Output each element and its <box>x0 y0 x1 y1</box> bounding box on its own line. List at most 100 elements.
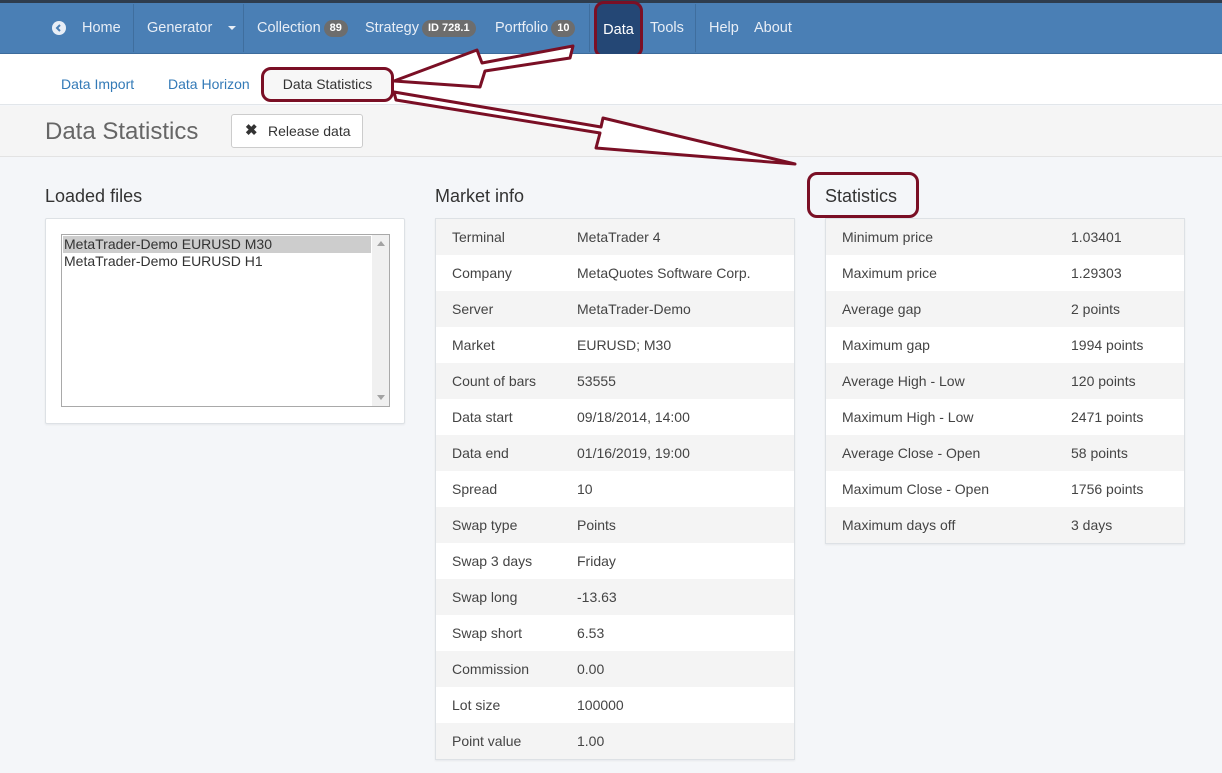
market-info-title: Market info <box>435 186 525 206</box>
row-label: Data end <box>452 445 509 461</box>
table-row: Maximum days off 3 days <box>826 507 1184 543</box>
row-label: Data start <box>452 409 513 425</box>
nav-divider <box>695 4 696 52</box>
row-value: EURUSD; M30 <box>577 337 672 353</box>
portfolio-count-badge: 10 <box>551 20 576 37</box>
nav-strategy[interactable]: Strategy ID 728.1 <box>365 0 476 54</box>
row-label: Lot size <box>452 697 501 713</box>
list-item[interactable]: MetaTrader-Demo EURUSD H1 <box>63 253 371 270</box>
row-label: Swap 3 days <box>452 553 533 569</box>
nav-home[interactable]: Home <box>82 0 121 54</box>
nav-help[interactable]: Help <box>709 0 739 54</box>
table-row: Count of bars 53555 <box>436 363 794 399</box>
page-header: Data Statistics ✖ Release data <box>0 106 1222 157</box>
row-value: -13.63 <box>577 589 617 605</box>
row-value: Points <box>577 517 616 533</box>
row-label: Average gap <box>842 301 922 317</box>
caret-down-icon[interactable] <box>228 26 236 30</box>
scroll-down-icon[interactable] <box>377 395 385 400</box>
table-row: Average gap 2 points <box>826 291 1184 327</box>
table-row: Maximum High - Low 2471 points <box>826 399 1184 435</box>
row-label: Average Close - Open <box>842 445 981 461</box>
row-value: 2 points <box>1071 301 1121 317</box>
loaded-files-title: Loaded files <box>45 186 143 206</box>
nav-divider <box>133 4 134 52</box>
table-row: Data end 01/16/2019, 19:00 <box>436 435 794 471</box>
release-data-button[interactable]: ✖ Release data <box>231 114 363 148</box>
table-row: Average Close - Open 58 points <box>826 435 1184 471</box>
table-row: Commission 0.00 <box>436 651 794 687</box>
row-value: 1.00 <box>577 733 605 749</box>
table-row: Point value 1.00 <box>436 723 794 759</box>
nav-generator[interactable]: Generator <box>147 0 212 54</box>
table-row: Swap short 6.53 <box>436 615 794 651</box>
subnav-data-import[interactable]: Data Import <box>61 76 134 92</box>
row-value: MetaQuotes Software Corp. <box>577 265 751 281</box>
row-value: 120 points <box>1071 373 1136 389</box>
loaded-files-panel: MetaTrader-Demo EURUSD M30 MetaTrader-De… <box>45 218 405 424</box>
sub-navigation: Data Import Data Horizon <box>0 54 1222 105</box>
nav-divider <box>589 4 590 52</box>
table-row: Swap long -13.63 <box>436 579 794 615</box>
row-value: 6.53 <box>577 625 605 641</box>
table-row: Maximum gap 1994 points <box>826 327 1184 363</box>
row-label: Maximum price <box>842 265 937 281</box>
row-value: 10 <box>577 481 593 497</box>
scroll-up-icon[interactable] <box>377 241 385 246</box>
page-title: Data Statistics <box>45 118 199 145</box>
row-value: 0.00 <box>577 661 605 677</box>
strategy-id-badge: ID 728.1 <box>422 20 476 37</box>
row-label: Maximum Close - Open <box>842 481 990 497</box>
nav-about[interactable]: About <box>754 0 792 54</box>
row-value: 1994 points <box>1071 337 1144 353</box>
row-label: Swap short <box>452 625 523 641</box>
collection-count-badge: 89 <box>323 20 348 37</box>
table-row: Swap 3 days Friday <box>436 543 794 579</box>
table-row: Maximum Close - Open 1756 points <box>826 471 1184 507</box>
nav-collection-label: Collection <box>257 20 321 36</box>
table-row: Company MetaQuotes Software Corp. <box>436 255 794 291</box>
row-value: 01/16/2019, 19:00 <box>577 445 690 461</box>
row-label: Commission <box>452 661 530 677</box>
nav-strategy-label: Strategy <box>365 20 419 36</box>
table-row: Terminal MetaTrader 4 <box>436 219 794 255</box>
table-row: Lot size 100000 <box>436 687 794 723</box>
table-row: Market EURUSD; M30 <box>436 327 794 363</box>
row-value: 3 days <box>1071 517 1113 533</box>
row-label: Spread <box>452 481 498 497</box>
nav-collection[interactable]: Collection 89 <box>257 0 348 54</box>
table-row: Maximum price 1.29303 <box>826 255 1184 291</box>
statistics-title: Statistics <box>825 186 898 206</box>
row-value: MetaTrader 4 <box>577 229 661 245</box>
row-label: Average High - Low <box>842 373 965 389</box>
row-label: Swap type <box>452 517 518 533</box>
row-value: 58 points <box>1071 445 1128 461</box>
subnav-data-horizon[interactable]: Data Horizon <box>168 76 250 92</box>
row-label: Maximum gap <box>842 337 930 353</box>
release-data-label: Release data <box>268 123 351 139</box>
market-info-table: Terminal MetaTrader 4 Company MetaQuotes So… <box>435 218 795 760</box>
subnav-data-statistics[interactable]: Data Statistics <box>261 67 394 102</box>
nav-tools[interactable]: Tools <box>650 0 684 54</box>
table-row: Data start 09/18/2014, 14:00 <box>436 399 794 435</box>
row-value: MetaTrader-Demo <box>577 301 691 317</box>
loaded-files-listbox[interactable]: MetaTrader-Demo EURUSD M30 MetaTrader-De… <box>61 234 390 407</box>
table-row: Minimum price 1.03401 <box>826 219 1184 255</box>
row-value: Friday <box>577 553 616 569</box>
row-value: 2471 points <box>1071 409 1144 425</box>
row-value: 09/18/2014, 14:00 <box>577 409 690 425</box>
row-value: 53555 <box>577 373 616 389</box>
nav-data-active[interactable]: Data <box>594 1 643 58</box>
row-value: 100000 <box>577 697 624 713</box>
listbox-scrollbar[interactable] <box>372 235 389 406</box>
row-label: Company <box>452 265 512 281</box>
arrow-left-circle-icon[interactable] <box>52 21 66 35</box>
row-value: 1.29303 <box>1071 265 1122 281</box>
row-label: Swap long <box>452 589 518 605</box>
row-label: Minimum price <box>842 229 934 245</box>
table-row: Swap type Points <box>436 507 794 543</box>
nav-portfolio[interactable]: Portfolio 10 <box>495 0 576 54</box>
row-label: Server <box>452 301 494 317</box>
list-item[interactable]: MetaTrader-Demo EURUSD M30 <box>63 236 371 253</box>
table-row: Average High - Low 120 points <box>826 363 1184 399</box>
